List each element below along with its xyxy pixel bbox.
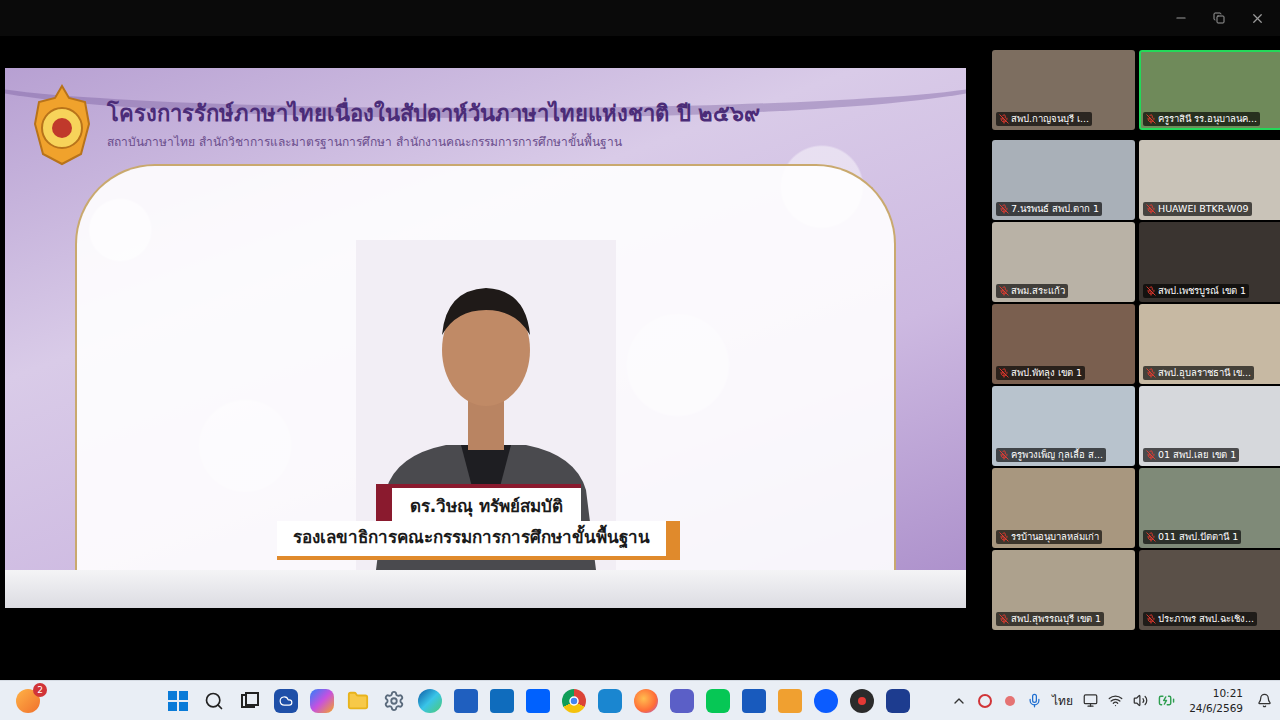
wifi-icon[interactable] (1108, 693, 1123, 708)
participant-name: สพป.เพชรบูรณ์ เขต 1 (1143, 284, 1249, 298)
security-icon[interactable] (977, 693, 993, 709)
chrome-icon[interactable] (562, 689, 586, 713)
mic-off-icon (999, 368, 1009, 378)
participant-tile[interactable]: สพป.พัทลุง เขต 1 (992, 304, 1135, 384)
display-icon[interactable] (1083, 693, 1098, 708)
taskbar-apps (166, 689, 910, 713)
edge-icon[interactable] (418, 689, 442, 713)
speaker-caption: ดร.วิษณุ ทรัพย์สมบัติรองเลขาธิการคณะกรรม… (277, 484, 680, 560)
title-bar (0, 0, 1280, 36)
participant-tile[interactable]: สพม.สระแก้ว (992, 222, 1135, 302)
outlook-icon[interactable] (490, 689, 514, 713)
participant-name: สพป.กาญจนบุรี เ... (996, 112, 1092, 126)
participant-name: ครูพวงเพ็ญ กุลเลื้อ ส... (996, 448, 1106, 462)
mic-off-icon (1146, 204, 1156, 214)
presentation-title: โครงการรักษ์ภาษาไทยเนื่องในสัปดาห์วันภาษ… (107, 100, 760, 129)
app-icon[interactable] (598, 689, 622, 713)
participant-name: HUAWEI BTKR-W09 (1143, 202, 1252, 216)
participant-tile[interactable]: 01 สพป.เลย เขต 1 (1139, 386, 1280, 466)
participant-tile[interactable]: ประภาพร สพป.ฉะเชิง... (1139, 550, 1280, 630)
weather-icon[interactable]: 2 (16, 689, 40, 713)
mic-off-icon (1146, 114, 1156, 124)
mic-off-icon (1146, 450, 1156, 460)
pinned-row: สพป.กาญจนบุรี เ... ครูราสินี รร.อนุบาลนค.… (992, 50, 1280, 130)
participant-grid: 7.นรพนธ์ สพป.ตาก 1 HUAWEI BTKR-W09 สพม.สระ… (992, 140, 1280, 630)
mic-off-icon (1146, 286, 1156, 296)
mic-off-icon (999, 286, 1009, 296)
close-button[interactable] (1240, 4, 1274, 32)
system-tray: ไทย 10:2124/6/2569 (951, 686, 1272, 714)
notification-bell-icon[interactable] (1257, 693, 1272, 708)
participant-name: สพป.พัทลุง เขต 1 (996, 366, 1085, 380)
participant-tile[interactable]: 011 สพป.ปัตตานี 1 (1139, 468, 1280, 548)
participant-tile[interactable]: รรบ้านอนุบาลหล่มเก่า (992, 468, 1135, 548)
participant-name: 01 สพป.เลย เขต 1 (1143, 448, 1239, 462)
clock[interactable]: 10:2124/6/2569 (1185, 686, 1247, 714)
explorer-icon[interactable] (346, 689, 370, 713)
app-tray-icon[interactable] (1003, 694, 1017, 708)
restore-button[interactable] (1202, 4, 1236, 32)
start-icon[interactable] (166, 689, 190, 713)
settings-icon[interactable] (382, 689, 406, 713)
volume-icon[interactable] (1133, 693, 1148, 708)
firefox-icon[interactable] (634, 689, 658, 713)
recorder-icon[interactable] (850, 689, 874, 713)
widget-icon[interactable] (274, 689, 298, 713)
speaker-role: รองเลขาธิการคณะกรรมการการศึกษาขั้นพื้นฐา… (277, 521, 680, 560)
mic-off-icon (999, 204, 1009, 214)
participant-tile[interactable]: ครูพวงเพ็ญ กุลเลื้อ ส... (992, 386, 1135, 466)
presentation-subtitle: สถาบันภาษาไทย สำนักวิชาการและมาตรฐานการศ… (107, 135, 760, 151)
speaker-name: ดร.วิษณุ ทรัพย์สมบัติ (376, 484, 581, 521)
participant-tile[interactable]: สพป.อุบลราชธานี เข... (1139, 304, 1280, 384)
zoom-icon[interactable] (814, 689, 838, 713)
participant-name: 011 สพป.ปัตตานี 1 (1143, 530, 1241, 544)
search-icon[interactable] (202, 689, 226, 713)
copilot-icon[interactable] (310, 689, 334, 713)
shared-screen: โครงการรักษ์ภาษาไทยเนื่องในสัปดาห์วันภาษ… (5, 68, 966, 608)
participant-name: ครูราสินี รร.อนุบาลนค... (1143, 112, 1260, 126)
participant-name: 7.นรพนธ์ สพป.ตาก 1 (996, 202, 1102, 216)
presentation-stage: ดร.วิษณุ ทรัพย์สมบัติรองเลขาธิการคณะกรรม… (75, 164, 896, 570)
participant-name: สพม.สระแก้ว (996, 284, 1068, 298)
input-language[interactable]: ไทย (1052, 691, 1073, 710)
participant-gallery: สพป.กาญจนบุรี เ... ครูราสินี รร.อนุบาลนค.… (976, 36, 1280, 680)
participant-tile[interactable]: 7.นรพนธ์ สพป.ตาก 1 (992, 140, 1135, 220)
participant-name: สพป.อุบลราชธานี เข... (1143, 366, 1254, 380)
taskbar: 2 ไทย 10:2124/6/2569 (0, 680, 1280, 720)
word-icon[interactable] (742, 689, 766, 713)
participant-tile[interactable]: ครูราสินี รร.อนุบาลนค... (1139, 50, 1280, 130)
mic-off-icon (999, 114, 1009, 124)
microphone-icon[interactable] (1027, 693, 1042, 708)
chevron-up-icon[interactable] (951, 693, 967, 709)
line-icon[interactable] (706, 689, 730, 713)
meet-icon[interactable] (886, 689, 910, 713)
participant-name: รรบ้านอนุบาลหล่มเก่า (996, 530, 1102, 544)
presenter-icon[interactable] (778, 689, 802, 713)
mic-off-icon (1146, 532, 1156, 542)
bottom-strip (5, 570, 966, 608)
zoom-window: โครงการรักษ์ภาษาไทยเนื่องในสัปดาห์วันภาษ… (0, 0, 1280, 720)
mic-off-icon (1146, 368, 1156, 378)
participant-tile[interactable]: สพป.กาญจนบุรี เ... (992, 50, 1135, 130)
teams-icon[interactable] (670, 689, 694, 713)
participant-tile[interactable]: สพป.สุพรรณบุรี เขต 1 (992, 550, 1135, 630)
dropbox-icon[interactable] (526, 689, 550, 713)
participant-tile[interactable]: สพป.เพชรบูรณ์ เขต 1 (1139, 222, 1280, 302)
participant-name: สพป.สุพรรณบุรี เขต 1 (996, 612, 1104, 626)
participant-name: ประภาพร สพป.ฉะเชิง... (1143, 612, 1257, 626)
presentation-header: โครงการรักษ์ภาษาไทยเนื่องในสัปดาห์วันภาษ… (5, 68, 966, 164)
mic-off-icon (1146, 614, 1156, 624)
mic-off-icon (999, 450, 1009, 460)
notification-badge: 2 (33, 683, 47, 697)
minimize-button[interactable] (1164, 4, 1198, 32)
mic-off-icon (999, 614, 1009, 624)
task-view-icon[interactable] (238, 689, 262, 713)
store-icon[interactable] (454, 689, 478, 713)
obec-logo-icon (29, 84, 95, 166)
battery-icon[interactable] (1158, 692, 1175, 709)
shared-screen-area: โครงการรักษ์ภาษาไทยเนื่องในสัปดาห์วันภาษ… (0, 36, 976, 680)
mic-off-icon (999, 532, 1009, 542)
participant-tile[interactable]: HUAWEI BTKR-W09 (1139, 140, 1280, 220)
